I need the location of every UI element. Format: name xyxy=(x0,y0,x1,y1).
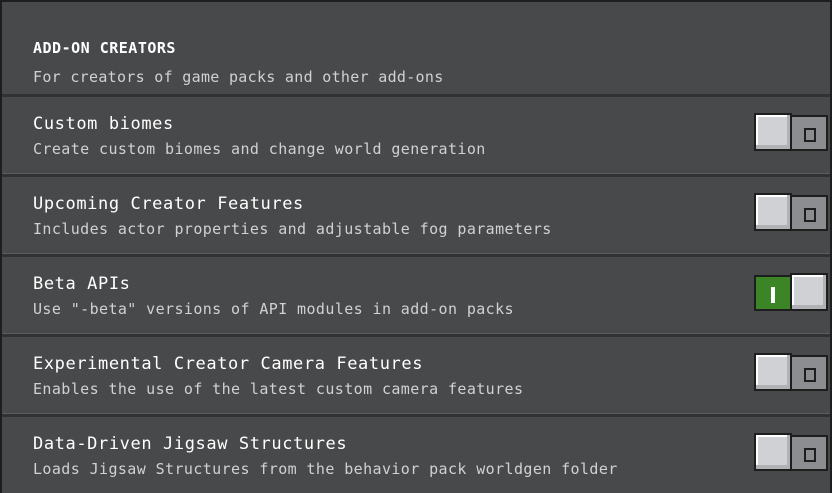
toggle-knob xyxy=(754,353,792,391)
section-header: ADD-ON CREATORS For creators of game pac… xyxy=(2,2,830,94)
toggle-knob xyxy=(754,113,792,151)
off-indicator-icon xyxy=(804,448,816,462)
off-indicator-icon xyxy=(804,128,816,142)
toggle-knob xyxy=(754,433,792,471)
toggle-description: Use "-beta" versions of API modules in a… xyxy=(33,300,514,318)
upcoming-creator-features-toggle[interactable] xyxy=(754,193,828,233)
toggle-row-beta-apis: Beta APIs Use "-beta" versions of API mo… xyxy=(2,254,830,334)
off-indicator-icon xyxy=(804,368,816,382)
toggle-row-data-driven-jigsaw: Data-Driven Jigsaw Structures Loads Jigs… xyxy=(2,414,830,493)
toggle-description: Enables the use of the latest custom cam… xyxy=(33,380,524,398)
toggle-title: Custom biomes xyxy=(33,114,174,134)
toggle-title: Data-Driven Jigsaw Structures xyxy=(33,434,348,454)
beta-apis-toggle[interactable] xyxy=(754,273,828,313)
toggle-title: Beta APIs xyxy=(33,274,131,294)
toggle-description: Includes actor properties and adjustable… xyxy=(33,220,552,238)
toggle-row-custom-biomes: Custom biomes Create custom biomes and c… xyxy=(2,94,830,174)
custom-biomes-toggle[interactable] xyxy=(754,113,828,153)
off-indicator-icon xyxy=(804,208,816,222)
toggle-description: Loads Jigsaw Structures from the behavio… xyxy=(33,460,618,478)
experimental-creator-camera-toggle[interactable] xyxy=(754,353,828,393)
toggle-knob xyxy=(754,193,792,231)
toggle-row-experimental-creator-camera: Experimental Creator Camera Features Ena… xyxy=(2,334,830,414)
toggle-knob xyxy=(790,273,828,311)
toggle-title: Experimental Creator Camera Features xyxy=(33,354,424,374)
data-driven-jigsaw-toggle[interactable] xyxy=(754,433,828,473)
section-title: ADD-ON CREATORS xyxy=(33,39,176,57)
toggle-description: Create custom biomes and change world ge… xyxy=(33,140,486,158)
toggle-row-upcoming-creator-features: Upcoming Creator Features Includes actor… xyxy=(2,174,830,254)
experiments-panel: ADD-ON CREATORS For creators of game pac… xyxy=(0,0,832,493)
toggle-title: Upcoming Creator Features xyxy=(33,194,304,214)
on-indicator-icon xyxy=(771,287,775,303)
section-subtitle: For creators of game packs and other add… xyxy=(33,68,444,86)
